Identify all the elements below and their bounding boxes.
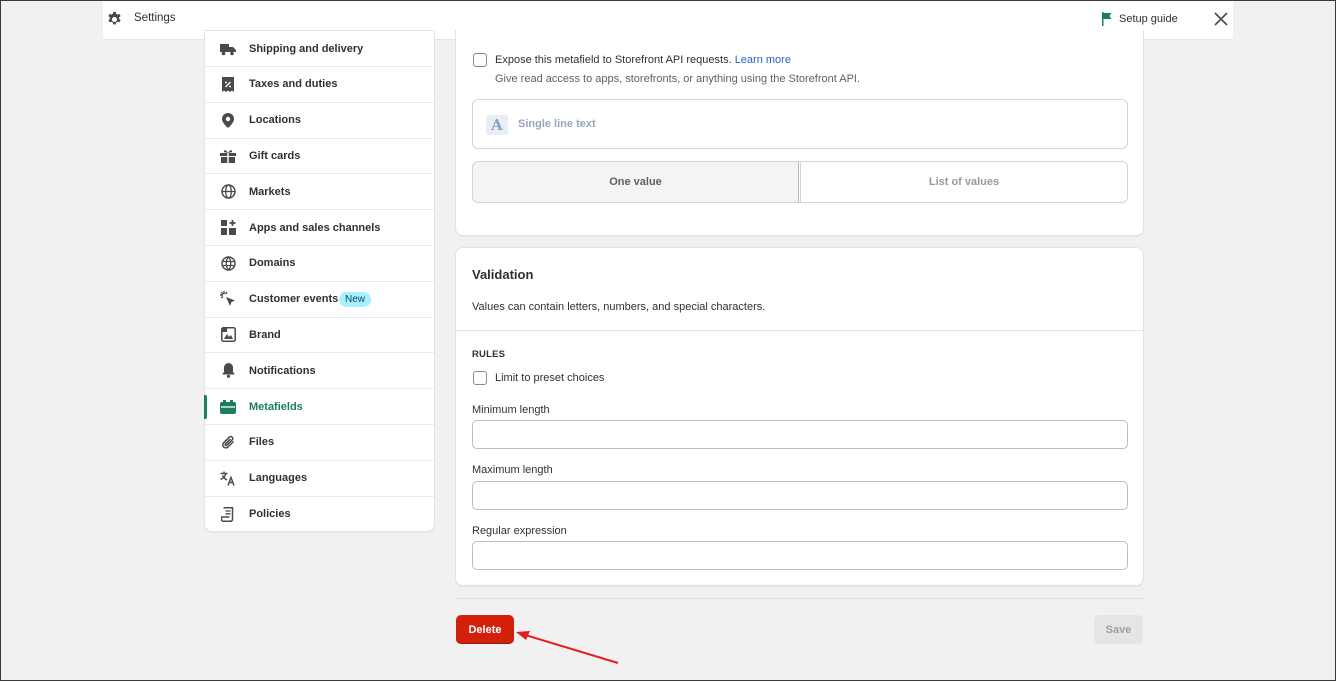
metafield-definition-card: Expose this metafield to Storefront API …: [455, 30, 1144, 236]
maximum-length-input[interactable]: [472, 481, 1128, 510]
sidebar-item-label: Metafields: [249, 400, 303, 413]
minimum-length-input[interactable]: [472, 420, 1128, 449]
maximum-length-label: Maximum length: [472, 464, 553, 476]
sidebar-item-shipping[interactable]: Shipping and delivery: [205, 31, 434, 67]
gear-icon: [108, 11, 121, 25]
learn-more-link[interactable]: Learn more: [735, 54, 791, 66]
text-type-icon: A: [486, 115, 508, 135]
sidebar-item-label: Notifications: [249, 364, 316, 377]
sidebar-item-label: Languages: [249, 472, 308, 485]
regular-expression-input[interactable]: [472, 541, 1128, 570]
sidebar-item-gift-cards[interactable]: Gift cards: [205, 139, 434, 175]
validation-card: Validation Values can contain letters, n…: [455, 247, 1144, 586]
sidebar-item-label: Customer events: [249, 293, 339, 306]
sidebar-item-label: Files: [249, 436, 275, 449]
sidebar-item-label: Locations: [249, 114, 301, 127]
sidebar-item-apps[interactable]: Apps and sales channels: [205, 210, 434, 246]
sidebar-item-metafields[interactable]: Metafields: [204, 389, 434, 425]
metafields-icon: [220, 399, 236, 415]
preset-choices-checkbox[interactable]: [473, 371, 487, 385]
divider: [456, 330, 1143, 331]
globe-icon: [220, 184, 236, 200]
validation-description: Values can contain letters, numbers, and…: [472, 301, 766, 313]
close-icon[interactable]: [1213, 11, 1229, 27]
content-type-field[interactable]: A Single line text: [472, 99, 1128, 149]
sidebar-item-label: Apps and sales channels: [249, 221, 381, 234]
cursor-click-icon: [220, 291, 236, 307]
sidebar-item-label: Gift cards: [249, 149, 301, 162]
one-value-option[interactable]: One value: [473, 162, 799, 202]
sidebar-item-notifications[interactable]: Notifications: [205, 353, 434, 390]
sidebar-item-domains[interactable]: Domains: [205, 246, 434, 282]
sidebar-item-label: Shipping and delivery: [249, 42, 364, 55]
new-badge: New: [339, 291, 372, 307]
sidebar-item-files[interactable]: Files: [205, 425, 434, 461]
delete-button[interactable]: Delete: [456, 615, 514, 644]
list-of-values-option[interactable]: List of values: [800, 162, 1127, 202]
tax-receipt-icon: [220, 76, 236, 92]
bell-icon: [220, 363, 236, 379]
sidebar-item-label: Brand: [249, 328, 281, 341]
sidebar-item-taxes[interactable]: Taxes and duties: [205, 67, 434, 103]
sidebar-item-label: Domains: [249, 257, 296, 270]
save-button[interactable]: Save: [1094, 615, 1143, 644]
setup-guide-button[interactable]: Setup guide: [1119, 13, 1178, 25]
storefront-help-text: Give read access to apps, storefronts, o…: [495, 73, 861, 85]
sidebar-item-markets[interactable]: Markets: [205, 174, 434, 211]
content-type-label: Single line text: [518, 118, 596, 130]
rules-heading: RULES: [472, 349, 506, 360]
document-icon: [220, 506, 236, 522]
truck-icon: [220, 41, 236, 57]
sidebar-item-locations[interactable]: Locations: [205, 103, 434, 139]
apps-grid-icon: [220, 220, 236, 236]
value-count-toggle: One value List of values: [472, 161, 1128, 203]
storefront-checkbox-label: Expose this metafield to Storefront API …: [495, 54, 791, 66]
sidebar-item-policies[interactable]: Policies: [205, 497, 434, 533]
sidebar-item-customer-events[interactable]: Customer events New: [205, 282, 434, 318]
sidebar-item-label: Taxes and duties: [249, 78, 338, 91]
sidebar-item-label: Policies: [249, 508, 291, 521]
world-icon: [220, 255, 236, 271]
regular-expression-label: Regular expression: [472, 525, 567, 537]
translate-icon: [220, 470, 236, 486]
sidebar-item-languages[interactable]: Languages: [205, 461, 434, 497]
sidebar-item-brand[interactable]: Brand: [205, 318, 434, 354]
flag-icon[interactable]: [1101, 12, 1113, 26]
sidebar-item-label: Markets: [249, 185, 291, 198]
page-title: Settings: [134, 12, 176, 24]
preset-choices-label: Limit to preset choices: [495, 372, 605, 384]
location-pin-icon: [220, 112, 236, 128]
storefront-label-text: Expose this metafield to Storefront API …: [495, 54, 732, 66]
settings-sidebar: Shipping and delivery Taxes and duties L…: [204, 30, 435, 532]
paperclip-icon: [220, 434, 236, 450]
brand-icon: [220, 327, 236, 343]
minimum-length-label: Minimum length: [472, 404, 550, 416]
annotation-arrow-icon: [516, 631, 619, 664]
validation-title: Validation: [472, 267, 534, 282]
footer-divider: [455, 598, 1144, 599]
storefront-checkbox[interactable]: [473, 53, 487, 67]
gift-icon: [220, 148, 236, 164]
